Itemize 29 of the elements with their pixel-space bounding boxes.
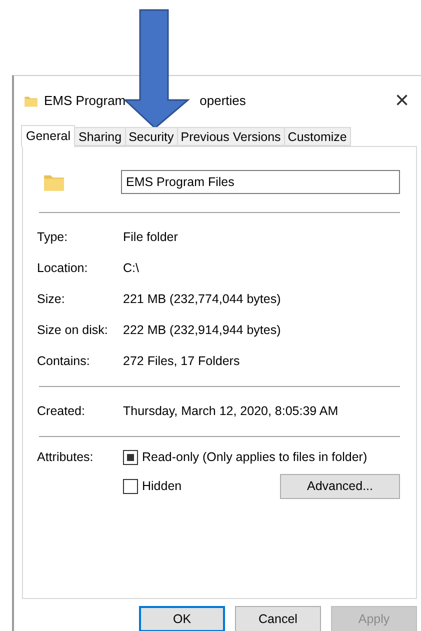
property-label: Type:	[37, 230, 69, 244]
tab[interactable]: Sharing	[74, 126, 126, 146]
tab[interactable]: General	[21, 124, 76, 147]
advanced-button[interactable]: Advanced...	[280, 474, 400, 499]
checkbox-label: Hidden	[142, 479, 182, 494]
dialog-button[interactable]: OK	[139, 606, 225, 631]
window-title: operties	[200, 93, 246, 108]
property-value: Thursday, March 12, 2020, 8:05:39 AM	[123, 404, 340, 418]
checkbox[interactable]	[123, 478, 138, 494]
window-title: EMS Program	[44, 93, 126, 108]
property-value: C:\	[123, 261, 140, 276]
property-label: Created:	[37, 404, 86, 418]
property-label: Size:	[37, 292, 66, 306]
property-label: Attributes:	[37, 450, 94, 464]
property-value: File folder	[123, 230, 179, 244]
tab[interactable]: Customize	[284, 126, 351, 146]
tab[interactable]: Security	[124, 126, 178, 146]
property-label: Contains:	[37, 354, 91, 368]
checkbox[interactable]	[123, 450, 138, 465]
name-field[interactable]: EMS Program Files	[121, 170, 400, 194]
property-label: Size on disk:	[37, 323, 109, 338]
checkbox-label: Read-only (Only applies to files in folder)	[142, 450, 368, 464]
dialog-button[interactable]: Cancel	[235, 606, 321, 631]
property-label: Location:	[37, 261, 89, 276]
property-value: 222 MB (232,914,944 bytes)	[123, 323, 282, 338]
close-button[interactable]: ×	[394, 86, 409, 115]
tab[interactable]: Previous Versions	[176, 126, 285, 146]
property-value: 272 Files, 17 Folders	[123, 354, 241, 368]
property-value: 221 MB (232,774,044 bytes)	[123, 292, 282, 306]
